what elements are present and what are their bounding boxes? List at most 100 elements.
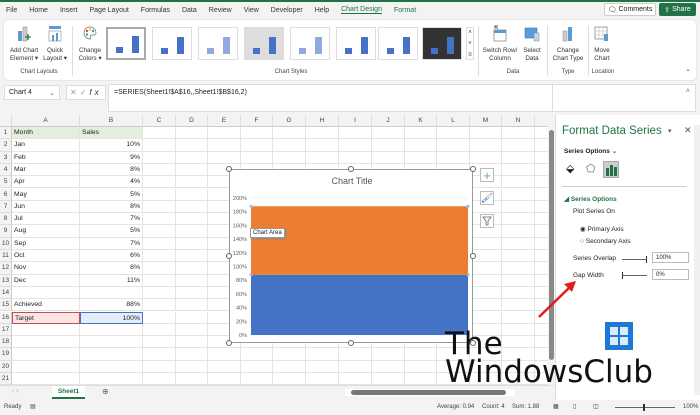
insert-function-icon[interactable]: fx <box>89 88 101 97</box>
row-header[interactable]: 5 <box>0 176 12 189</box>
cell-b1[interactable]: Sales <box>80 127 143 140</box>
cell-c12[interactable] <box>143 262 176 275</box>
column-header-a[interactable]: A <box>12 115 80 127</box>
cell-m1[interactable] <box>470 127 502 140</box>
cell-n3[interactable] <box>502 151 535 164</box>
zoom-slider-handle[interactable] <box>643 404 645 411</box>
chart-filters-button[interactable] <box>480 214 494 228</box>
pane-scrollbar[interactable] <box>694 125 700 395</box>
cell-o8[interactable] <box>535 213 548 226</box>
cell-a11[interactable]: Oct <box>12 250 80 263</box>
tab-home[interactable]: Home <box>29 7 48 14</box>
cell-b14[interactable] <box>80 286 143 300</box>
tab-review[interactable]: Review <box>209 7 232 14</box>
cell-c21[interactable] <box>143 373 176 385</box>
cell-b16[interactable]: 100% <box>80 311 143 324</box>
cell-m2[interactable] <box>470 139 502 152</box>
chart-style-7[interactable] <box>378 27 418 60</box>
change-colors-button[interactable]: Change Colors ▾ <box>76 25 104 63</box>
cell-c2[interactable] <box>143 139 176 152</box>
selection-handle[interactable] <box>249 204 253 208</box>
cell-b2[interactable]: 10% <box>80 139 143 152</box>
cell-n9[interactable] <box>502 225 535 238</box>
normal-view-icon[interactable]: ▦ <box>553 403 559 410</box>
row-header[interactable]: 3 <box>0 151 12 164</box>
cell-o2[interactable] <box>535 139 548 152</box>
cell-k19[interactable] <box>405 348 437 361</box>
tab-formulas[interactable]: Formulas <box>141 7 170 14</box>
cell-m16[interactable] <box>470 311 502 324</box>
cell-c15[interactable] <box>143 299 176 312</box>
cell-a8[interactable]: Jul <box>12 213 80 226</box>
tab-page-layout[interactable]: Page Layout <box>89 7 128 14</box>
cell-c5[interactable] <box>143 176 176 189</box>
resize-handle[interactable] <box>470 253 476 259</box>
cell-c1[interactable] <box>143 127 176 140</box>
gap-width-slider-handle[interactable] <box>622 272 623 279</box>
tab-insert[interactable]: Insert <box>60 7 78 14</box>
cell-b6[interactable]: 5% <box>80 188 143 201</box>
column-header-h[interactable]: H <box>306 115 339 127</box>
cell-j19[interactable] <box>372 348 405 361</box>
cell-c7[interactable] <box>143 200 176 214</box>
cell-a17[interactable] <box>12 323 80 337</box>
column-header-j[interactable]: J <box>372 115 405 127</box>
tab-developer[interactable]: Developer <box>271 7 303 14</box>
cell-a21[interactable] <box>12 373 80 385</box>
bar-series-1[interactable] <box>251 274 468 335</box>
cell-d9[interactable] <box>176 225 208 238</box>
cell-a5[interactable]: Apr <box>12 176 80 189</box>
cell-k1[interactable] <box>405 127 437 140</box>
cell-b21[interactable] <box>80 373 143 385</box>
move-chart-button[interactable]: Move Chart <box>590 25 614 63</box>
cell-i20[interactable] <box>339 360 372 373</box>
cell-n8[interactable] <box>502 213 535 226</box>
row-header[interactable]: 8 <box>0 213 12 226</box>
cell-m12[interactable] <box>470 262 502 275</box>
row-header[interactable]: 6 <box>0 188 12 201</box>
comments-button[interactable]: 🗨 Comments <box>604 3 656 16</box>
cell-d16[interactable] <box>176 311 208 324</box>
cell-d14[interactable] <box>176 286 208 300</box>
cell-a6[interactable]: May <box>12 188 80 201</box>
cell-o6[interactable] <box>535 189 548 201</box>
column-header-g[interactable]: G <box>273 115 306 127</box>
cell-m15[interactable] <box>470 299 502 312</box>
cell-a1[interactable]: Month <box>12 127 80 140</box>
cell-c9[interactable] <box>143 225 176 238</box>
cell-i3[interactable] <box>339 151 372 164</box>
change-chart-type-button[interactable]: Change Chart Type <box>550 25 586 63</box>
chart-style-5[interactable] <box>290 27 330 60</box>
cell-f1[interactable] <box>241 127 273 140</box>
cell-n13[interactable] <box>502 274 535 287</box>
cell-d13[interactable] <box>176 274 208 287</box>
cell-b19[interactable] <box>80 348 143 361</box>
cell-b12[interactable]: 8% <box>80 262 143 275</box>
primary-axis-radio[interactable]: ◉ Primary Axis <box>580 225 624 233</box>
column-header-d[interactable]: D <box>176 115 208 127</box>
cell-h21[interactable] <box>306 373 339 385</box>
select-all-corner[interactable] <box>0 115 12 127</box>
row-header[interactable]: 20 <box>0 360 12 373</box>
series-overlap-slider-handle[interactable] <box>646 256 647 263</box>
cell-a7[interactable]: Jun <box>12 200 80 214</box>
chart-style-2[interactable] <box>152 27 192 60</box>
cell-d4[interactable] <box>176 163 208 177</box>
sheet-nav-arrows[interactable]: ‹ › <box>12 388 19 395</box>
cell-b3[interactable]: 9% <box>80 151 143 164</box>
cell-d20[interactable] <box>176 360 208 373</box>
cell-a16[interactable]: Target <box>12 311 80 324</box>
cell-j1[interactable] <box>372 127 405 140</box>
macro-record-icon[interactable]: ▤ <box>30 403 36 410</box>
secondary-axis-radio[interactable]: ○ Secondary Axis <box>580 238 631 245</box>
cell-o5[interactable] <box>535 176 548 189</box>
cell-a14[interactable] <box>12 286 80 300</box>
cell-h20[interactable] <box>306 360 339 373</box>
chart-elements-button[interactable]: + <box>480 168 494 183</box>
cell-b9[interactable]: 5% <box>80 225 143 238</box>
chart-style-8[interactable] <box>422 27 462 60</box>
cell-n2[interactable] <box>502 139 535 152</box>
row-header[interactable]: 21 <box>0 373 12 385</box>
cell-d5[interactable] <box>176 176 208 189</box>
row-header[interactable]: 18 <box>0 336 12 349</box>
